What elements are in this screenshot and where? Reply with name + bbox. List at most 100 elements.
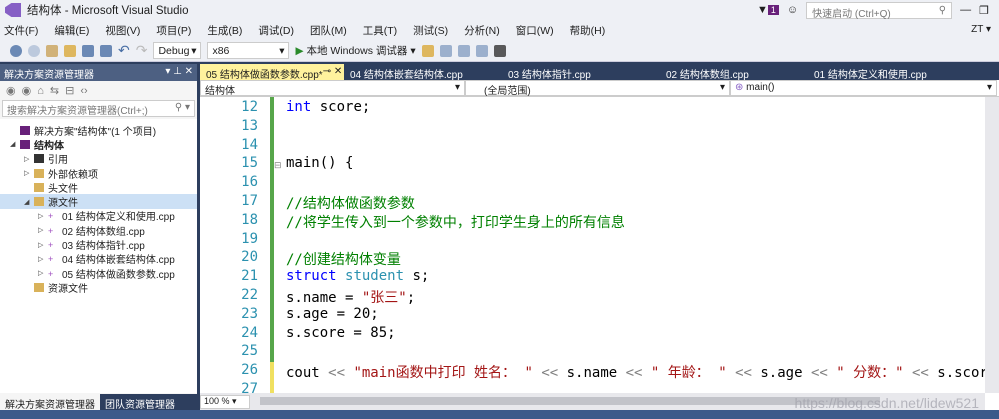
line-number: 27: [241, 381, 258, 393]
menu-item[interactable]: 工具(T): [363, 23, 397, 38]
menu-item[interactable]: 团队(M): [310, 23, 347, 38]
comment-icon[interactable]: [457, 44, 470, 57]
code-token: " 年龄： ": [650, 365, 727, 382]
code-line[interactable]: s.name = "张三";: [286, 287, 415, 307]
code-line[interactable]: //将学生传入到一个参数中，打印学生身上的所有信息: [286, 212, 625, 232]
menu-item[interactable]: 分析(N): [464, 23, 500, 38]
project-dropdown[interactable]: 结构体 ▾: [200, 80, 465, 97]
expand-arrow-icon[interactable]: ▷: [38, 212, 48, 220]
solution-search-input[interactable]: 搜索解决方案资源管理器(Ctrl+;) ⚲ ▾: [2, 100, 195, 117]
menu-item[interactable]: 编辑(E): [54, 23, 89, 38]
expand-arrow-icon[interactable]: ▷: [38, 269, 48, 277]
tab-solution-explorer[interactable]: 解决方案资源管理器: [0, 394, 100, 411]
tree-item[interactable]: ▷ +03 结构体指针.cpp: [0, 237, 197, 252]
code-line[interactable]: s.score = 85;: [286, 325, 396, 341]
code-line[interactable]: int score;: [286, 99, 370, 115]
expand-arrow-icon[interactable]: ▷: [38, 255, 48, 263]
tree-item[interactable]: ▷ 引用: [0, 152, 197, 166]
tree-item[interactable]: ▷ +02 结构体数组.cpp: [0, 223, 197, 238]
tree-item[interactable]: 资源文件: [0, 280, 197, 295]
save-all-icon[interactable]: [100, 44, 112, 57]
tab-02[interactable]: 02 结构体数组.cpp: [636, 64, 782, 81]
quick-launch-input[interactable]: 快速启动 (Ctrl+Q) ⚲: [806, 1, 953, 20]
tree-item[interactable]: ▷ +05 结构体做函数参数.cpp: [0, 266, 197, 281]
menu-item[interactable]: 文件(F): [4, 23, 38, 38]
pin-close-icons[interactable]: ⊸ ✕: [323, 66, 343, 78]
filter-icon[interactable]: ▼ 1: [757, 4, 779, 16]
undo-icon[interactable]: ↶: [118, 42, 130, 59]
tree-item[interactable]: 解决方案"结构体"(1 个项目): [0, 123, 197, 138]
tab-team-explorer[interactable]: 团队资源管理器: [100, 394, 180, 411]
code-token: "张三": [361, 290, 407, 306]
tab-01[interactable]: 01 结构体定义和使用.cpp: [782, 64, 928, 81]
menu-item[interactable]: 测试(S): [413, 23, 448, 38]
open-icon[interactable]: [64, 44, 76, 57]
expand-arrow-icon[interactable]: ◢: [24, 198, 34, 206]
expand-arrow-icon[interactable]: ◢: [10, 140, 20, 148]
menu-item[interactable]: 调试(D): [258, 23, 294, 38]
scope-dropdown[interactable]: (全局范围) ▾: [465, 80, 730, 97]
line-number: 14: [241, 136, 258, 153]
uncomment-icon[interactable]: [475, 44, 488, 57]
platform-select[interactable]: x86 ▾: [207, 42, 290, 59]
collapse-icon[interactable]: ⊟: [65, 84, 74, 97]
expand-arrow-icon[interactable]: ▷: [38, 241, 48, 249]
code-line[interactable]: //创建结构体变量: [286, 249, 401, 269]
home-icon[interactable]: ⌂: [37, 85, 44, 97]
panel-controls[interactable]: ▾ ⊥ ✕: [165, 66, 193, 79]
code-token: //将学生传入到一个参数中，打印学生身上的所有信息: [286, 214, 625, 231]
start-debugging-button[interactable]: ▶ 本地 Windows 调试器 ▾: [295, 43, 415, 58]
menu-item[interactable]: 帮助(H): [570, 23, 606, 38]
tree-item[interactable]: ▷ +01 结构体定义和使用.cpp: [0, 209, 197, 223]
tab-05[interactable]: 05 结构体做函数参数.cpp* ⊸ ✕: [200, 64, 344, 81]
expand-arrow-icon[interactable]: ▷: [38, 226, 48, 234]
menu-item[interactable]: 窗口(W): [516, 23, 554, 38]
tree-item[interactable]: ◢ 结构体: [0, 137, 197, 152]
code-token: student: [345, 268, 405, 285]
collapse-icon[interactable]: ⊟: [274, 160, 282, 171]
tree-item[interactable]: ◢ 源文件: [0, 194, 197, 209]
redo-icon[interactable]: ↷: [136, 42, 148, 59]
forward-icon[interactable]: [28, 44, 40, 57]
restore-button[interactable]: ❐: [979, 4, 989, 17]
tree-item[interactable]: ▷ 外部依赖项: [0, 166, 197, 181]
tab-04[interactable]: 04 结构体嵌套结构体.cpp: [344, 64, 490, 81]
solution-icon: [20, 125, 30, 135]
sync-icon[interactable]: ⇆: [50, 84, 59, 97]
vertical-scrollbar[interactable]: [985, 97, 999, 393]
back-icon[interactable]: [10, 44, 22, 57]
code-line[interactable]: s.age = 20;: [286, 306, 379, 322]
find-icon[interactable]: [421, 44, 434, 57]
configuration-select[interactable]: Debug ▾: [153, 42, 202, 59]
bookmark-icon[interactable]: [493, 44, 506, 57]
code-line[interactable]: struct student s;: [286, 268, 429, 284]
zoom-select[interactable]: 100 % ▾: [200, 394, 250, 409]
save-icon[interactable]: [82, 44, 94, 57]
scrollbar-thumb[interactable]: [260, 397, 880, 405]
tab-03[interactable]: 03 结构体指针.cpp: [490, 64, 636, 81]
expand-arrow-icon[interactable]: ▷: [24, 169, 34, 177]
feedback-icon[interactable]: ☺: [787, 4, 798, 16]
member-dropdown[interactable]: ⊛ main() ▾: [730, 80, 997, 96]
notification-badge[interactable]: 1: [767, 5, 779, 15]
user-account[interactable]: ZT ▾: [971, 24, 991, 35]
code-line[interactable]: cout << "main函数中打印 姓名： " << s.name << " …: [286, 362, 985, 382]
forward-icon[interactable]: ◉: [22, 84, 32, 97]
code-icon[interactable]: ‹›: [80, 85, 87, 97]
new-project-icon[interactable]: [46, 44, 58, 57]
code-line[interactable]: //结构体做函数参数: [286, 193, 415, 213]
step-icon[interactable]: [439, 44, 452, 57]
menu-bar: 文件(F) 编辑(E) 视图(V) 项目(P) 生成(B) 调试(D) 团队(M) 工具(T)…: [0, 20, 999, 40]
tree-item[interactable]: 头文件: [0, 180, 197, 195]
back-icon[interactable]: ◉: [6, 84, 16, 97]
line-number: 19: [241, 230, 258, 247]
menu-item[interactable]: 视图(V): [105, 23, 140, 38]
menu-item[interactable]: 项目(P): [156, 23, 191, 38]
tree-item[interactable]: ▷ +04 结构体嵌套结构体.cpp: [0, 252, 197, 266]
code-line[interactable]: main() {: [286, 155, 353, 171]
watermark: https://blog.csdn.net/lidew521: [794, 395, 979, 411]
expand-arrow-icon[interactable]: ▷: [24, 155, 34, 163]
menu-item[interactable]: 生成(B): [207, 23, 242, 38]
minimize-button[interactable]: —: [960, 4, 971, 16]
code-area[interactable]: 12 int score; 13 14 15 main() {⊟ 16 17 //结构体做函数参…: [200, 97, 985, 393]
